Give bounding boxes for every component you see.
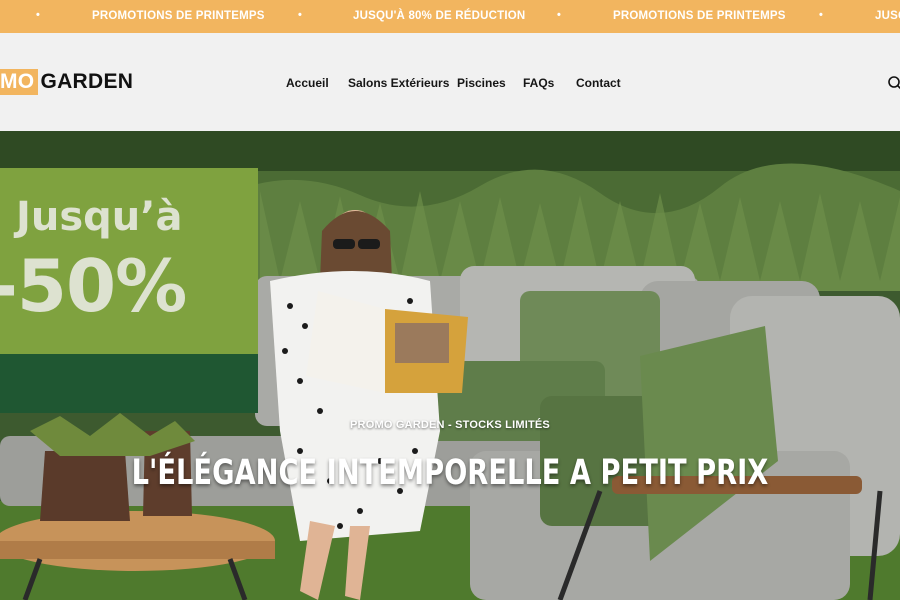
nav-item-contact[interactable]: Contact bbox=[576, 76, 621, 90]
hero-title: L'ÉLÉGANCE INTEMPORELLE A PETIT PRIX bbox=[131, 453, 769, 493]
promo-badge-footer bbox=[0, 354, 258, 413]
ticker-message: JUSQU'À 80% DE RÉDUCTION bbox=[353, 10, 526, 22]
ticker-message: JUSQU'À 80% DE RÉDUCTION bbox=[875, 10, 900, 22]
search-icon[interactable] bbox=[887, 75, 900, 91]
ticker-separator: • bbox=[298, 9, 302, 21]
site-logo[interactable]: MO GARDEN bbox=[0, 69, 133, 95]
ticker-separator: • bbox=[36, 9, 40, 21]
promo-badge-discount: -50% bbox=[0, 244, 187, 328]
promo-badge[interactable]: Jusqu’à -50% bbox=[0, 168, 258, 413]
nav-item-accueil[interactable]: Accueil bbox=[286, 76, 329, 90]
promo-badge-top: Jusqu’à -50% bbox=[0, 168, 258, 354]
nav-item-piscines[interactable]: Piscines bbox=[457, 76, 506, 90]
logo-highlight: MO bbox=[0, 69, 39, 95]
ticker-message: PROMOTIONS DE PRINTEMPS bbox=[613, 10, 786, 22]
site-header: MO GARDEN Accueil Salons Extérieurs Pisc… bbox=[0, 33, 900, 131]
promo-badge-label: Jusqu’à bbox=[16, 194, 183, 240]
hero-subtitle: PROMO GARDEN - STOCKS LIMITÉS bbox=[350, 419, 550, 431]
nav-item-faqs[interactable]: FAQs bbox=[523, 76, 554, 90]
hero-banner: Jusqu’à -50% PROMO GARDEN - STOCKS LIMIT… bbox=[0, 131, 900, 600]
ticker-separator: • bbox=[557, 9, 561, 21]
promo-ticker: • PROMOTIONS DE PRINTEMPS • JUSQU'À 80% … bbox=[0, 0, 900, 33]
logo-text: GARDEN bbox=[40, 70, 134, 93]
ticker-message: PROMOTIONS DE PRINTEMPS bbox=[92, 10, 265, 22]
nav-item-salons-exterieurs[interactable]: Salons Extérieurs bbox=[348, 76, 449, 90]
ticker-separator: • bbox=[819, 9, 823, 21]
